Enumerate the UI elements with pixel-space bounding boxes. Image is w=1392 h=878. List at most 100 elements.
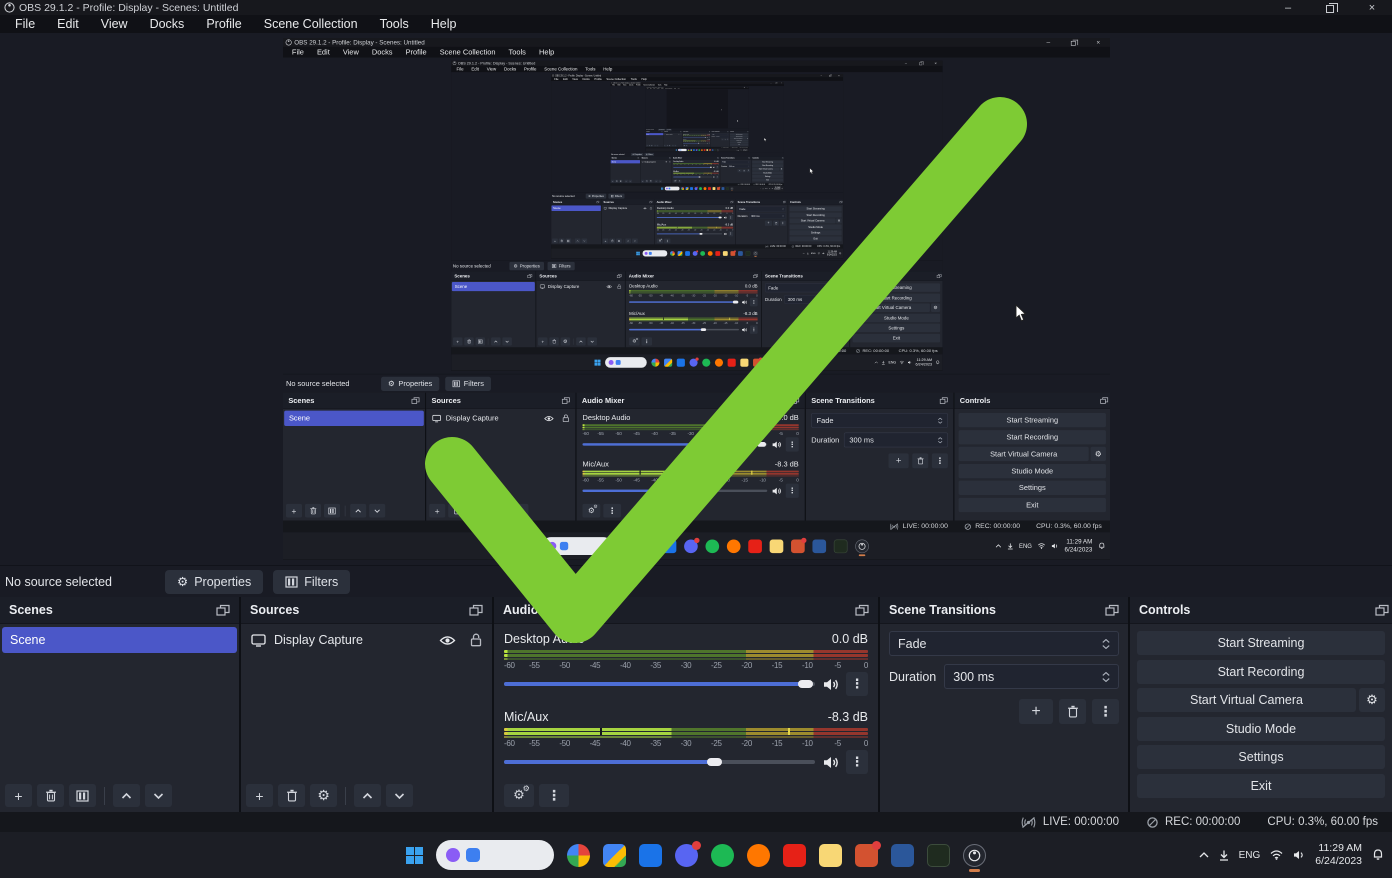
speaker-icon[interactable] [823, 678, 840, 691]
scene-filters-button[interactable] [69, 784, 96, 807]
taskbar-date: 6/24/2023 [916, 362, 932, 366]
controls-title: Controls [790, 201, 801, 204]
source-list-item[interactable]: Display Capture [243, 627, 490, 653]
remove-scene-button[interactable] [37, 784, 64, 807]
mixer-menu-button[interactable]: ⋮ [539, 784, 569, 807]
controls-header[interactable]: Controls [1130, 597, 1392, 624]
menu-edit[interactable]: Edit [46, 16, 90, 32]
download-icon[interactable] [1219, 850, 1229, 861]
sources-panel: Sources Display Capture [602, 199, 655, 244]
audio-mixer-header[interactable]: Audio Mixer [494, 597, 878, 624]
meter-tick-label: -60 [673, 174, 674, 175]
virtual-camera-config-button[interactable]: ⚙ [1359, 688, 1385, 712]
popout-icon[interactable] [1375, 604, 1389, 616]
folder-icon[interactable] [819, 844, 842, 867]
channel-menu-button[interactable]: ⋮ [846, 672, 868, 696]
menu-tools[interactable]: Tools [369, 16, 420, 32]
chevron-down-icon [374, 508, 381, 513]
menu-profile[interactable]: Profile [195, 16, 252, 32]
popout-icon[interactable] [1105, 604, 1119, 616]
discord-icon[interactable] [675, 844, 698, 867]
start-recording-button[interactable]: Start Recording [1137, 660, 1385, 684]
restore-button[interactable] [1324, 2, 1336, 14]
add-source-button[interactable]: + [246, 784, 273, 807]
duration-spinbox: 300 ms [785, 295, 847, 304]
duration-value: 300 ms [729, 165, 734, 167]
volume-slider[interactable] [504, 682, 815, 686]
exit-button[interactable]: Exit [1137, 774, 1385, 798]
mouse-cursor [764, 138, 767, 142]
photos-icon[interactable] [567, 844, 590, 867]
scene-list-item[interactable]: Scene [2, 627, 237, 653]
close-button[interactable]: × [1366, 2, 1378, 14]
speaker-icon[interactable] [823, 756, 840, 769]
add-transition-button[interactable]: + [1019, 699, 1053, 724]
popout-icon[interactable] [216, 604, 230, 616]
meter-tick-label: -25 [700, 213, 702, 215]
taskbar-time: 11:29 AM [1318, 842, 1362, 854]
drive-icon[interactable] [603, 844, 626, 867]
youtube-icon[interactable] [783, 844, 806, 867]
minimize-button[interactable]: – [1282, 2, 1294, 14]
scene-transitions-header[interactable]: Scene Transitions [880, 597, 1128, 624]
taskbar-clock[interactable]: 11:29 AM 6/24/2023 [1315, 842, 1362, 868]
filters-button[interactable]: Filters [273, 570, 350, 594]
scenes-panel-header[interactable]: Scenes [0, 597, 239, 624]
channel-menu-button[interactable]: ⋮ [846, 750, 868, 774]
word-icon[interactable] [891, 844, 914, 867]
volume-slider[interactable] [504, 760, 815, 764]
taskbar-search[interactable] [436, 840, 554, 870]
wifi-icon[interactable] [1270, 850, 1283, 860]
language-indicator[interactable]: ENG [1239, 850, 1261, 861]
start-streaming-button[interactable]: Start Streaming [1137, 631, 1385, 655]
volume-icon[interactable] [1293, 850, 1305, 860]
source-properties-button[interactable]: ⚙ [310, 784, 337, 807]
meter-tick-label: -30 [681, 661, 692, 670]
transition-select: Fade [738, 206, 786, 211]
properties-button[interactable]: ⚙ Properties [165, 570, 263, 594]
lock-icon[interactable] [470, 633, 482, 647]
menu-docks[interactable]: Docks [139, 16, 196, 32]
remove-transition-button[interactable] [1059, 699, 1086, 724]
menu-view[interactable]: View [90, 16, 139, 32]
calendar-icon[interactable] [639, 844, 662, 867]
windows-start-icon[interactable] [406, 847, 423, 864]
advanced-audio-button[interactable]: ⚙⚙ [504, 784, 534, 807]
spotify-icon[interactable] [711, 844, 734, 867]
visibility-eye-icon[interactable] [439, 635, 456, 646]
mouse-cursor [721, 109, 722, 110]
duration-spinbox[interactable]: 300 ms [944, 664, 1119, 689]
menu-help[interactable]: Help [420, 16, 468, 32]
start-virtual-camera-button[interactable]: Start Virtual Camera [1137, 688, 1356, 712]
settings-button[interactable]: Settings [1137, 745, 1385, 769]
slider-handle[interactable] [707, 758, 722, 766]
notification-bell-icon[interactable] [1372, 849, 1384, 861]
source-move-down-button[interactable] [386, 784, 413, 807]
meter-tick-label: -40 [670, 294, 674, 297]
meter-tick-label: -30 [695, 164, 696, 165]
powerpoint-icon[interactable] [855, 844, 878, 867]
filters-icon [76, 790, 89, 802]
transition-menu-button[interactable]: ⋮ [1092, 699, 1119, 724]
add-scene-button[interactable]: + [5, 784, 32, 807]
sources-panel-header[interactable]: Sources [241, 597, 492, 624]
transition-select[interactable]: Fade [889, 631, 1119, 656]
menu-file[interactable]: File [4, 16, 46, 32]
studio-mode-button[interactable]: Studio Mode [1137, 717, 1385, 741]
popout-icon[interactable] [855, 604, 869, 616]
obs-taskbar-icon[interactable] [963, 844, 986, 867]
remove-source-button[interactable] [278, 784, 305, 807]
menu-scene-collection[interactable]: Scene Collection [253, 16, 369, 32]
spin-chevrons-icon[interactable] [1102, 672, 1110, 682]
preview-canvas[interactable]: OBS 29.1.2 - Profile: Display - Scenes: … [0, 33, 1392, 565]
popout-icon[interactable] [469, 604, 483, 616]
scene-move-up-button[interactable] [113, 784, 140, 807]
scene-move-down-button[interactable] [145, 784, 172, 807]
terminal-icon[interactable] [927, 844, 950, 867]
slider-handle[interactable] [798, 680, 813, 688]
tray-expand-icon[interactable] [1199, 852, 1209, 858]
system-tray: ENG 11:29 AM 6/24/2023 [1199, 832, 1384, 878]
divider [104, 787, 105, 805]
source-move-up-button[interactable] [354, 784, 381, 807]
soundcloud-icon[interactable] [747, 844, 770, 867]
